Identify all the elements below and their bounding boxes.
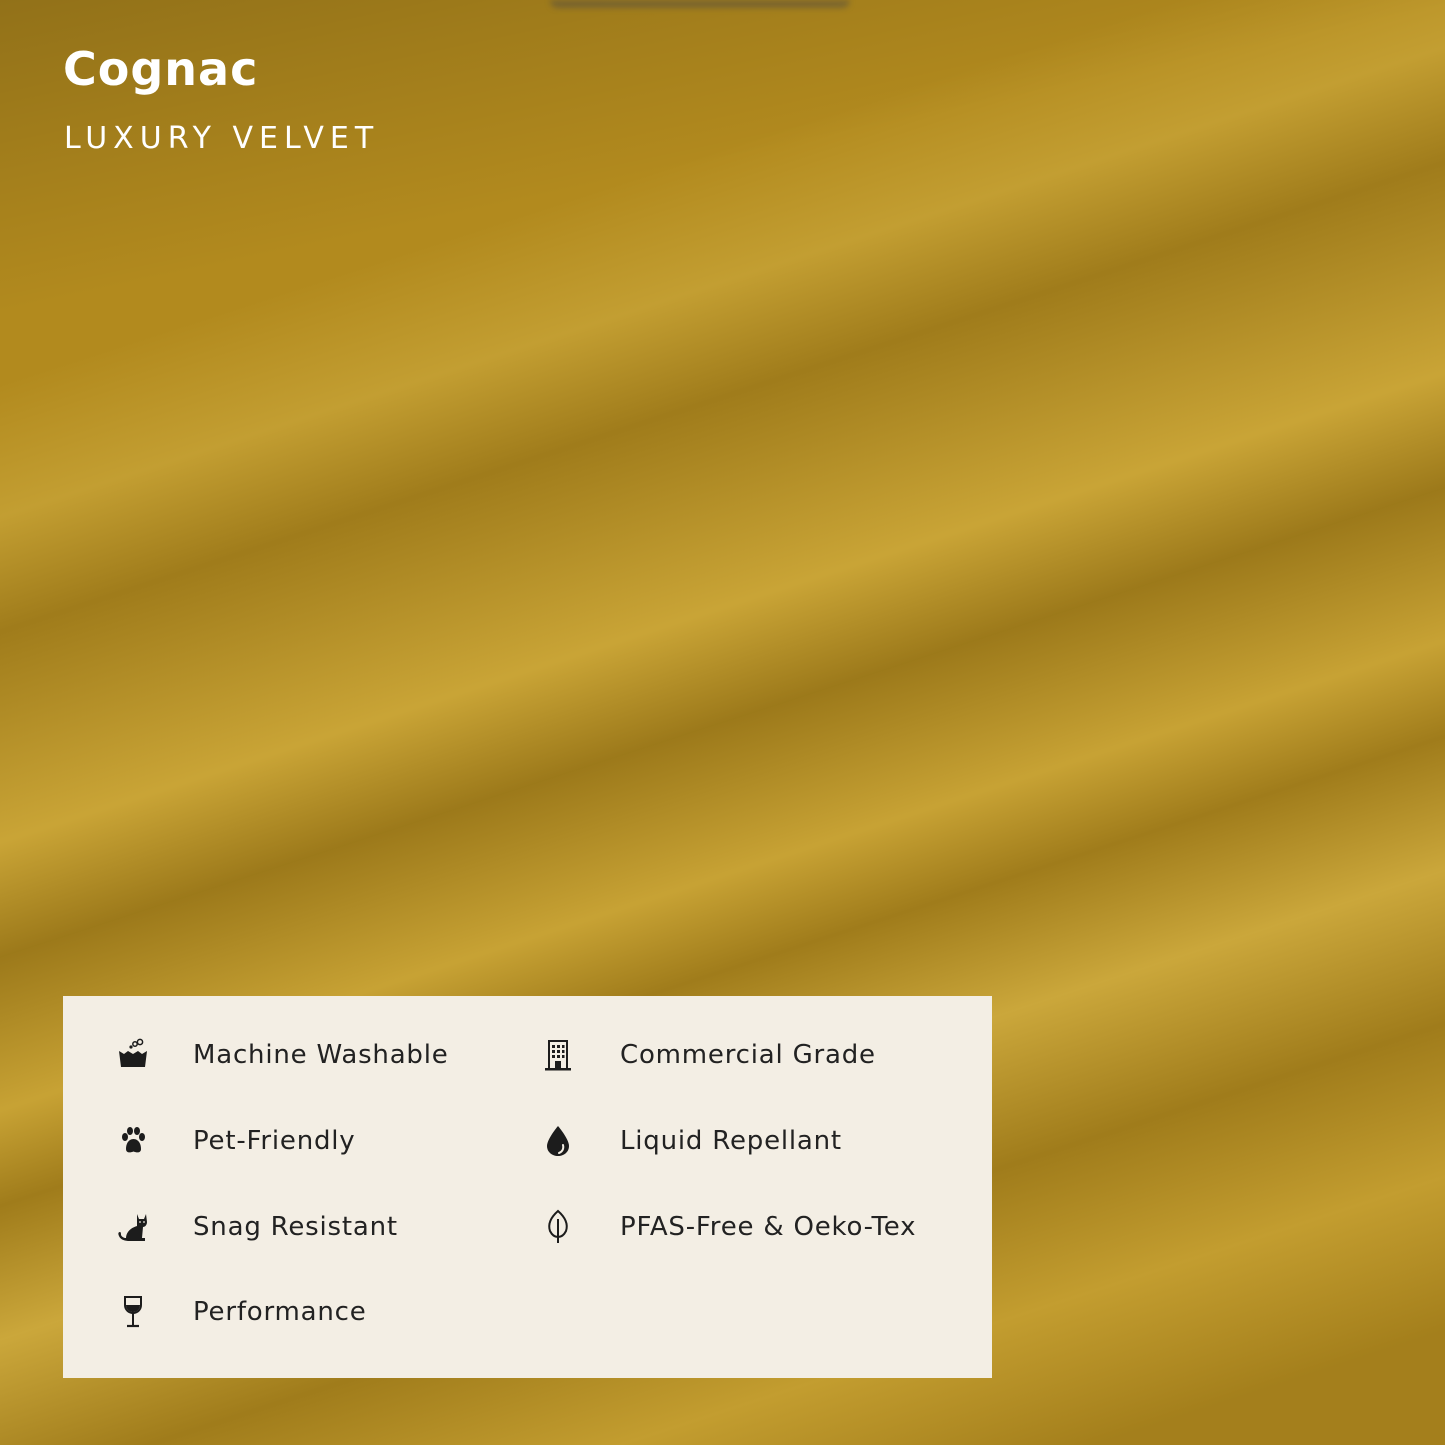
feature-label: Performance (193, 1297, 367, 1327)
building-icon (538, 1035, 578, 1075)
feature-commercial-grade: Commercial Grade (63, 1030, 992, 1080)
color-name-title: Cognac (63, 42, 259, 96)
material-subtitle: LUXURY VELVET (64, 121, 380, 156)
feature-pfas-free: PFAS-Free & Oeko-Tex (63, 1202, 992, 1252)
fabric-shadow (550, 0, 850, 8)
feature-label: Liquid Repellant (620, 1126, 842, 1156)
feature-liquid-repellant: Liquid Repellant (63, 1116, 992, 1166)
wine-glass-icon (113, 1292, 153, 1332)
water-drop-icon (538, 1121, 578, 1161)
feature-label: Commercial Grade (620, 1040, 876, 1070)
features-panel: Machine Washable Commercial Grade Pet-Fr… (63, 996, 992, 1378)
feature-label: PFAS-Free & Oeko-Tex (620, 1212, 917, 1242)
feature-performance: Performance (63, 1287, 992, 1337)
leaf-icon (538, 1207, 578, 1247)
